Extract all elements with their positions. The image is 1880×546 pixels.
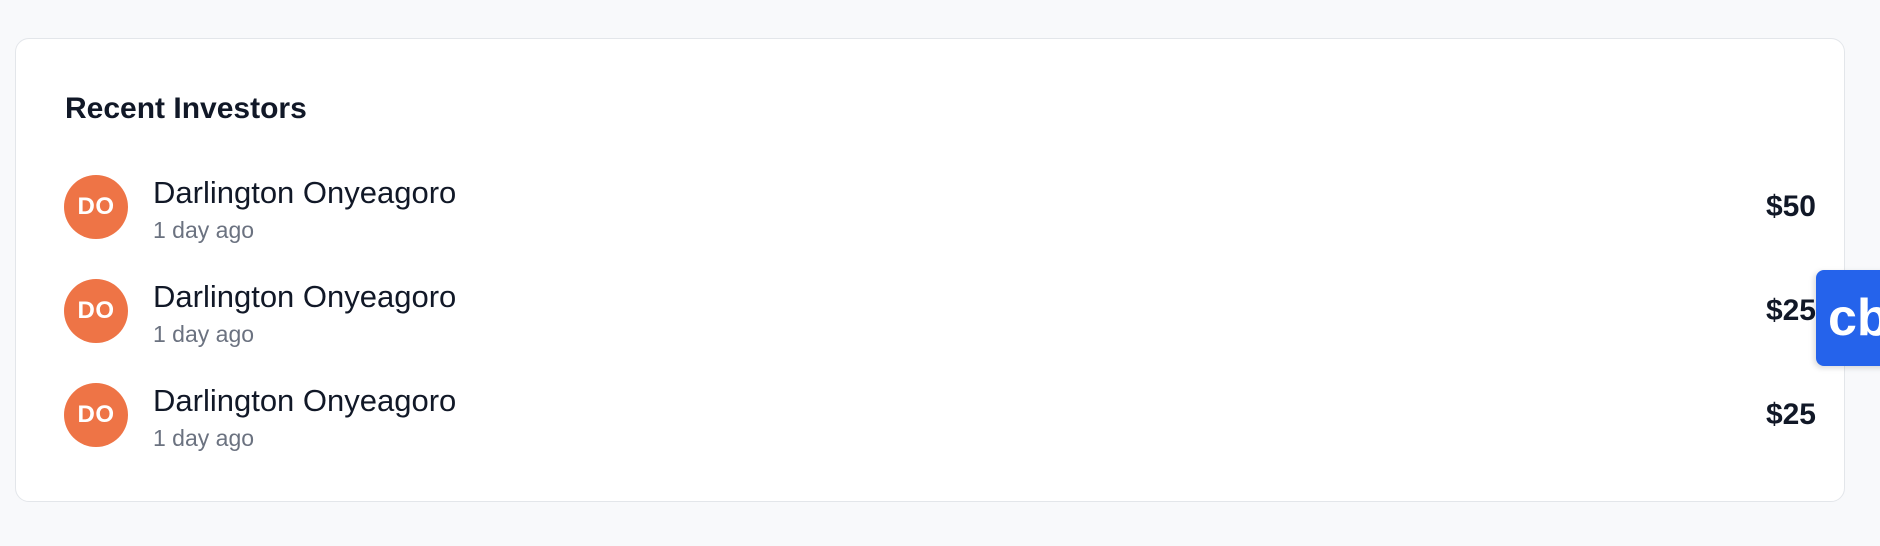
- card-title: Recent Investors: [65, 92, 307, 125]
- investor-time: 1 day ago: [153, 425, 255, 451]
- investor-row: DO Darlington Onyeagoro 1 day ago $25: [64, 279, 1816, 347]
- investment-amount: $25: [1765, 398, 1816, 431]
- avatar: DO: [64, 279, 128, 343]
- investor-row: DO Darlington Onyeagoro 1 day ago $50: [64, 175, 1816, 243]
- recent-investors-card: Recent Investors DO Darlington Onyeagoro…: [15, 38, 1845, 502]
- investment-amount: $25: [1765, 294, 1816, 327]
- investor-time: 1 day ago: [153, 321, 255, 347]
- avatar: DO: [64, 175, 128, 239]
- floating-brand-badge[interactable]: cb: [1816, 270, 1880, 366]
- investment-amount: $50: [1765, 190, 1816, 223]
- investor-name: Darlington Onyeagoro: [153, 175, 457, 210]
- investor-name: Darlington Onyeagoro: [153, 383, 457, 418]
- brand-logo-text: cb: [1828, 289, 1880, 347]
- avatar: DO: [64, 383, 128, 447]
- investor-time: 1 day ago: [153, 217, 255, 243]
- investor-row: DO Darlington Onyeagoro 1 day ago $25: [64, 383, 1816, 451]
- investor-name: Darlington Onyeagoro: [153, 279, 457, 314]
